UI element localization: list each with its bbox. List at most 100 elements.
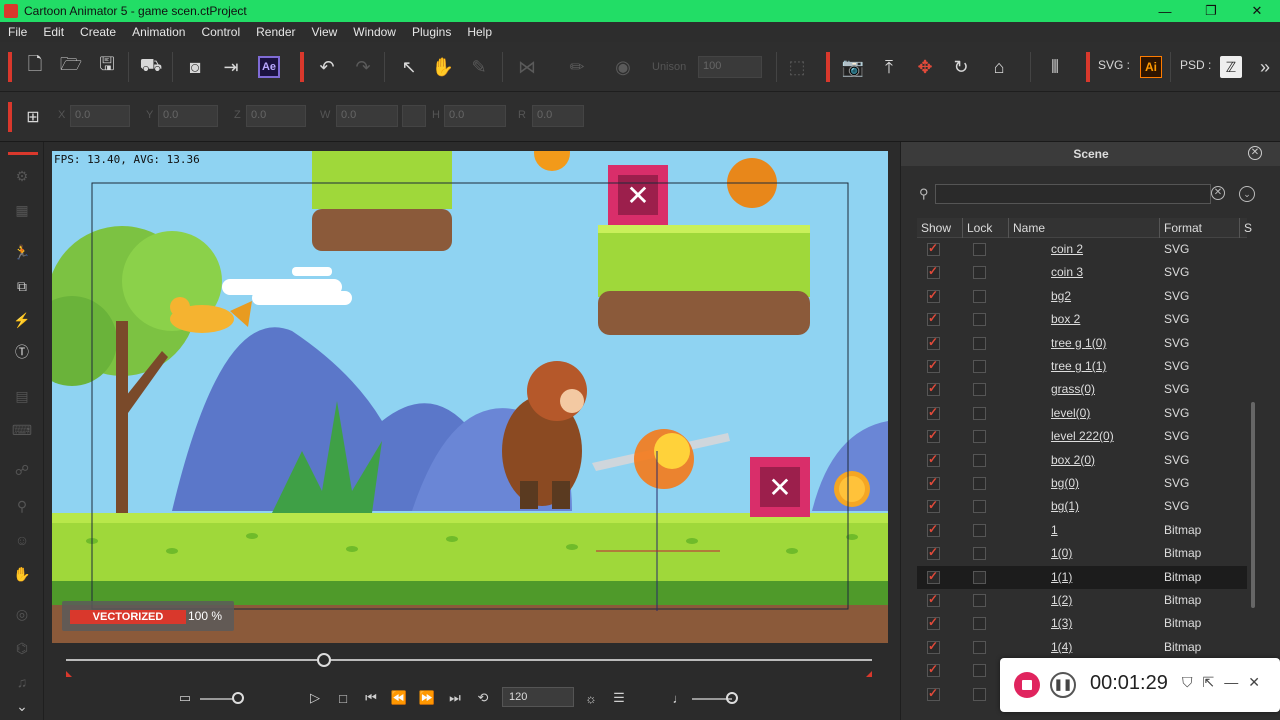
show-checkbox[interactable]: [927, 615, 940, 631]
redo-icon[interactable]: ↷: [352, 56, 374, 78]
text-icon[interactable]: Ⓣ: [12, 342, 32, 362]
mirror-icon[interactable]: ⋈: [516, 56, 538, 78]
lock-checkbox[interactable]: [973, 406, 986, 420]
column-extra[interactable]: S: [1240, 218, 1252, 238]
show-checkbox[interactable]: [927, 405, 940, 420]
r-field[interactable]: 0.0: [532, 105, 584, 127]
audio-volume-knob[interactable]: [726, 692, 738, 704]
scene-object-name[interactable]: 1(0): [1051, 546, 1072, 560]
scene-row[interactable]: grass(0) SVG: [917, 378, 1247, 401]
scene-object-name[interactable]: 1: [1051, 523, 1058, 537]
scene-object-name[interactable]: bg2: [1051, 289, 1071, 303]
scene-object-name[interactable]: 1(4): [1051, 640, 1072, 654]
scene-object-name[interactable]: tree g 1(0): [1051, 336, 1106, 350]
lock-checkbox[interactable]: [973, 453, 986, 467]
restore-button[interactable]: ❐: [1188, 0, 1234, 22]
scene-object-name[interactable]: coin 3: [1051, 265, 1083, 279]
bone-tool-icon[interactable]: ⚙: [12, 166, 32, 186]
menu-help[interactable]: Help: [459, 25, 500, 39]
scene-row[interactable]: bg(1) SVG: [917, 495, 1247, 518]
play-icon[interactable]: ▷: [306, 689, 324, 707]
w-field[interactable]: 0.0: [336, 105, 398, 127]
move-icon[interactable]: ✥: [914, 56, 936, 78]
start-marker[interactable]: [66, 671, 72, 677]
show-checkbox[interactable]: [927, 686, 940, 701]
scene-row[interactable]: 1(3) Bitmap: [917, 612, 1247, 635]
scene-object-name[interactable]: box 2: [1051, 312, 1080, 326]
open-folder-icon[interactable]: 🗁: [60, 54, 82, 78]
camera-icon[interactable]: 📷: [842, 56, 864, 78]
previous-frame-icon[interactable]: ⏪: [390, 689, 408, 707]
lock-checkbox[interactable]: [973, 313, 986, 327]
lock-checkbox[interactable]: [973, 547, 986, 561]
scene-object-name[interactable]: 1(2): [1051, 593, 1072, 607]
scene-row[interactable]: coin 2 SVG: [917, 238, 1247, 261]
scene-list-scrollbar[interactable]: [1251, 402, 1255, 608]
show-checkbox[interactable]: [927, 498, 940, 514]
lock-checkbox[interactable]: [973, 500, 986, 514]
show-checkbox[interactable]: [927, 522, 940, 537]
lock-checkbox[interactable]: [973, 243, 986, 256]
lock-checkbox[interactable]: [973, 664, 986, 678]
scene-row[interactable]: bg2 SVG: [917, 285, 1247, 308]
lock-checkbox[interactable]: [973, 687, 986, 701]
motion-icon[interactable]: ⚡: [12, 310, 32, 330]
scene-object-name[interactable]: level(0): [1051, 406, 1090, 420]
popout-icon[interactable]: ⇱: [1203, 674, 1215, 691]
y-field[interactable]: 0.0: [158, 105, 218, 127]
lock-checkbox[interactable]: [973, 594, 986, 607]
menu-render[interactable]: Render: [248, 25, 303, 39]
psd-app-icon[interactable]: ℤ: [1220, 56, 1242, 78]
scene-row[interactable]: level 222(0) SVG: [917, 425, 1247, 448]
timeline-slider-track[interactable]: [66, 659, 872, 661]
pause-recording-button[interactable]: ❚❚: [1050, 672, 1076, 698]
visibility-icon[interactable]: ◉: [612, 56, 634, 78]
lock-checkbox[interactable]: [973, 617, 986, 631]
show-checkbox[interactable]: [927, 569, 940, 584]
timeline-playhead[interactable]: [316, 653, 331, 667]
volume-track[interactable]: [200, 698, 234, 700]
x-field[interactable]: 0.0: [70, 105, 130, 127]
lock-checkbox[interactable]: [973, 336, 986, 350]
scene-row[interactable]: tree g 1(0) SVG: [917, 332, 1247, 355]
more-icon[interactable]: »: [1256, 56, 1274, 78]
loop-icon[interactable]: ⟲: [474, 689, 492, 707]
select-arrow-icon[interactable]: ↖: [398, 56, 420, 78]
sprite-editor-icon[interactable]: ▦: [12, 200, 32, 220]
clear-search-icon[interactable]: ✕: [1211, 186, 1225, 200]
pen-icon[interactable]: ✏: [566, 56, 588, 78]
show-checkbox[interactable]: [927, 358, 940, 373]
frame-count-field[interactable]: 120: [502, 687, 574, 707]
column-show[interactable]: Show: [917, 218, 963, 238]
settings-sun-icon[interactable]: ☼: [582, 689, 600, 707]
next-frame-icon[interactable]: ⏩: [418, 689, 436, 707]
hand-tool-icon[interactable]: ✋: [432, 56, 454, 78]
rotate-icon[interactable]: ↻: [950, 56, 972, 78]
menu-control[interactable]: Control: [193, 25, 248, 39]
scene-object-name[interactable]: bg(0): [1051, 476, 1079, 490]
menu-animation[interactable]: Animation: [124, 25, 193, 39]
menu-window[interactable]: Window: [345, 25, 404, 39]
unison-field[interactable]: 100: [698, 56, 762, 78]
scene-object-name[interactable]: 1(3): [1051, 616, 1072, 630]
illustrator-icon[interactable]: Ai: [1140, 56, 1162, 78]
export-icon[interactable]: ⇥: [220, 56, 242, 78]
show-checkbox[interactable]: [927, 288, 940, 303]
scene-row[interactable]: box 2(0) SVG: [917, 449, 1247, 472]
scene-row[interactable]: coin 3 SVG: [917, 261, 1247, 284]
keyboard-icon[interactable]: ⌨: [12, 420, 32, 440]
close-recorder-icon[interactable]: ✕: [1248, 674, 1260, 691]
scene-search-input[interactable]: [935, 184, 1211, 204]
stop-icon[interactable]: □: [334, 689, 352, 707]
scene-object-name[interactable]: level 222(0): [1051, 429, 1114, 443]
show-checkbox[interactable]: [927, 335, 940, 350]
show-checkbox[interactable]: [927, 545, 940, 561]
lock-ratio-toggle[interactable]: [402, 105, 426, 127]
lock-checkbox[interactable]: [973, 640, 986, 654]
scene-row[interactable]: 1(0) Bitmap: [917, 542, 1247, 565]
scene-row[interactable]: 1(4) Bitmap: [917, 636, 1247, 659]
show-checkbox[interactable]: [927, 662, 940, 678]
expand-down-icon[interactable]: ⌄: [12, 696, 32, 716]
first-frame-icon[interactable]: ⏮: [362, 689, 380, 707]
end-marker[interactable]: [866, 671, 872, 677]
